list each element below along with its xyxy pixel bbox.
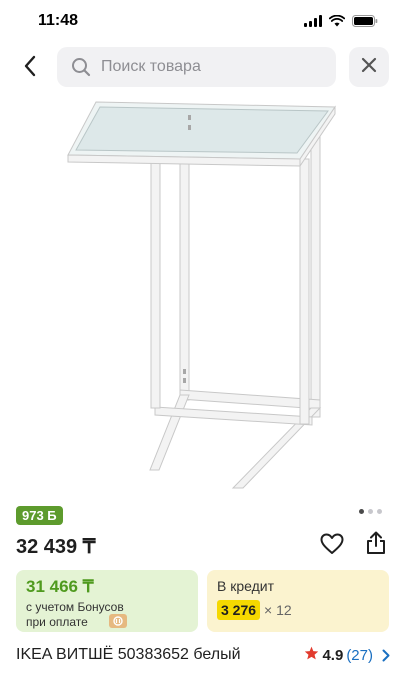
search-input[interactable] — [101, 58, 301, 76]
bonus-price-card[interactable]: 31 466 ₸ с учетом Бонусов при оплате — [16, 570, 198, 632]
product-title: IKEA ВИТШЁ 50383652 белый — [16, 646, 241, 663]
pager-dot[interactable] — [368, 509, 373, 514]
bonus-row: 973 Б — [16, 505, 63, 525]
heart-icon — [320, 533, 344, 560]
close-icon — [361, 57, 377, 78]
search-box[interactable] — [57, 47, 336, 87]
share-button[interactable] — [362, 531, 390, 559]
credit-multiplier: × 12 — [264, 602, 292, 618]
star-icon — [304, 646, 319, 664]
credit-amount: 3 276 — [217, 600, 261, 620]
favorite-button[interactable] — [318, 532, 346, 560]
chevron-left-icon — [23, 55, 37, 82]
status-icons — [304, 15, 378, 27]
status-time: 11:48 — [38, 12, 79, 29]
status-bar: 11:48 — [0, 0, 406, 44]
chevron-right-icon — [382, 649, 390, 662]
bonus-price: 31 466 ₸ — [26, 577, 94, 596]
bonus-note: при оплате — [26, 615, 88, 629]
reviews-link[interactable]: (27) — [346, 647, 373, 664]
share-icon — [365, 531, 387, 560]
back-button[interactable] — [12, 50, 48, 86]
wifi-icon — [329, 15, 345, 27]
bonus-note: с учетом Бонусов — [26, 600, 124, 614]
bonus-badge: 973 Б — [16, 505, 63, 525]
product-image[interactable] — [0, 95, 406, 495]
title-row: IKEA ВИТШЁ 50383652 белый 4.9 (27) — [16, 646, 390, 666]
search-row — [0, 46, 406, 90]
credit-card[interactable]: В кредит 3 276 × 12 — [207, 570, 389, 632]
product-price: 32 439 ₸ — [16, 536, 96, 558]
credit-row: 3 276 × 12 — [217, 600, 292, 620]
close-button[interactable] — [349, 47, 389, 87]
bonus-coin-icon — [109, 614, 127, 628]
pager-dot[interactable] — [377, 509, 382, 514]
pager-dot[interactable] — [359, 509, 364, 514]
rating-block[interactable]: 4.9 (27) — [304, 646, 390, 664]
battery-icon — [352, 15, 378, 27]
search-icon — [71, 57, 91, 77]
gallery-pager[interactable] — [359, 509, 382, 514]
rating-value: 4.9 — [322, 646, 344, 664]
signal-icon — [304, 15, 322, 27]
credit-title: В кредит — [217, 578, 275, 594]
